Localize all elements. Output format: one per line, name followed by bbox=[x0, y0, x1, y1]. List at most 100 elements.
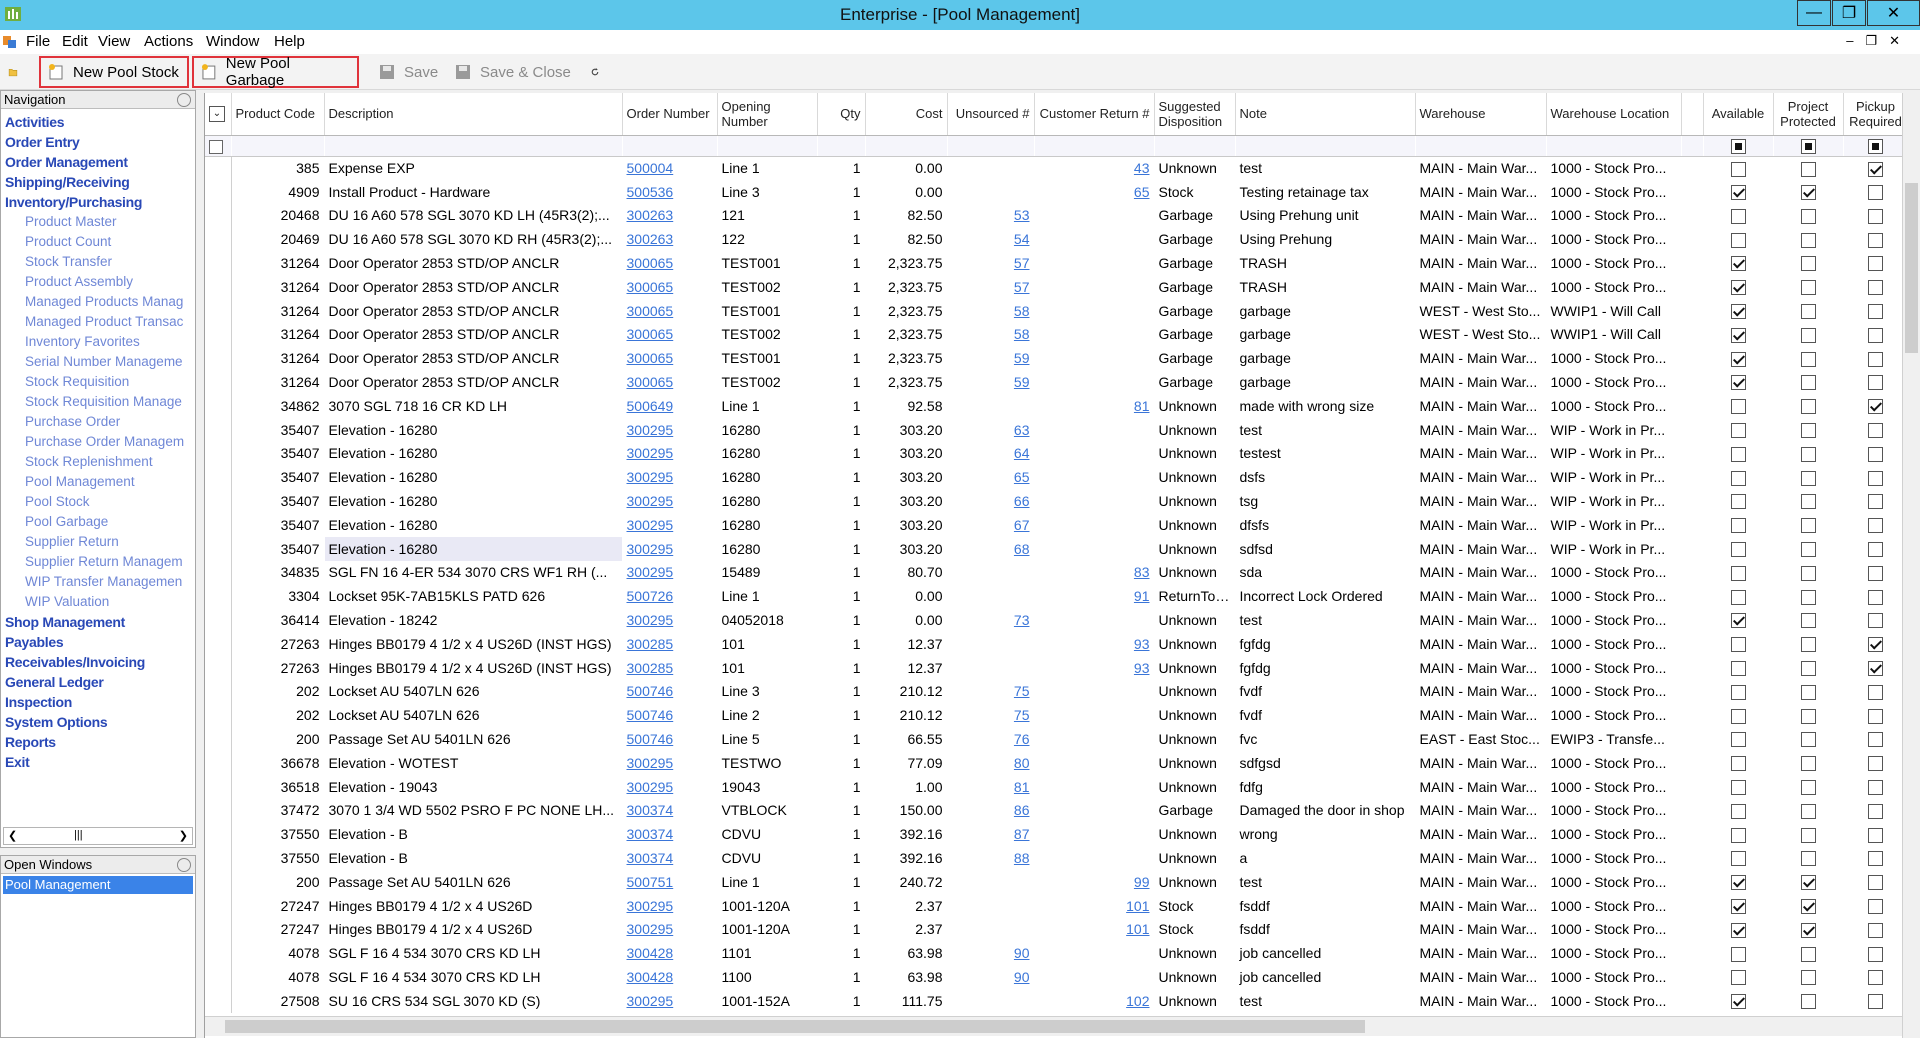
cell-suggested-disposition[interactable]: Garbage bbox=[1154, 299, 1235, 323]
cell-unsourced[interactable] bbox=[947, 156, 1034, 180]
pickup-required-checkbox[interactable] bbox=[1868, 423, 1883, 439]
cell-opening-number[interactable]: CDVU bbox=[717, 846, 817, 870]
order-number-link[interactable]: 300263 bbox=[627, 207, 674, 223]
nav-item-inspection[interactable]: Inspection bbox=[1, 692, 195, 712]
order-number-link[interactable]: 300065 bbox=[627, 255, 674, 271]
nav-item-shipping-receiving[interactable]: Shipping/Receiving bbox=[1, 172, 195, 192]
cell-warehouse-location[interactable]: WIP - Work in Pr... bbox=[1546, 513, 1681, 537]
cell-opening-number[interactable]: 04052018 bbox=[717, 608, 817, 632]
table-row[interactable]: 31264 Door Operator 2853 STD/OP ANCLR 3000… bbox=[205, 370, 1920, 394]
nav-item-pool-management[interactable]: Pool Management bbox=[1, 472, 195, 492]
cell-unsourced[interactable]: 76 bbox=[947, 727, 1034, 751]
cell-qty[interactable]: 1 bbox=[817, 465, 865, 489]
cell-qty[interactable]: 1 bbox=[817, 632, 865, 656]
cell-cost[interactable]: 0.00 bbox=[865, 180, 947, 204]
cell-description[interactable]: Elevation - 18242 bbox=[324, 608, 622, 632]
unsourced-link[interactable]: 80 bbox=[1014, 755, 1030, 771]
nav-item-managed-product-transac[interactable]: Managed Product Transac bbox=[1, 312, 195, 332]
cell-warehouse-location[interactable]: 1000 - Stock Pro... bbox=[1546, 394, 1681, 418]
cell-unsourced[interactable] bbox=[947, 918, 1034, 942]
cell-qty[interactable]: 1 bbox=[817, 204, 865, 228]
cell-opening-number[interactable]: TEST002 bbox=[717, 323, 817, 347]
cell-cost[interactable]: 1.00 bbox=[865, 775, 947, 799]
cell-opening-number[interactable]: 16280 bbox=[717, 465, 817, 489]
cell-qty[interactable]: 1 bbox=[817, 680, 865, 704]
available-checkbox[interactable] bbox=[1730, 232, 1746, 248]
cell-product-code[interactable]: 27508 bbox=[231, 989, 324, 1013]
cell-order-number[interactable]: 300374 bbox=[622, 846, 717, 870]
cell-suggested-disposition[interactable]: Stock bbox=[1154, 918, 1235, 942]
project-protected-checkbox[interactable] bbox=[1800, 637, 1816, 653]
cell-order-number[interactable]: 300374 bbox=[622, 822, 717, 846]
navigation-scrollbar[interactable]: ❮ ||| ❯ bbox=[3, 827, 193, 845]
customer-return-link[interactable]: 93 bbox=[1134, 636, 1150, 652]
cell-qty[interactable]: 1 bbox=[817, 394, 865, 418]
cell-note[interactable]: test bbox=[1235, 989, 1415, 1013]
customer-return-link[interactable]: 43 bbox=[1134, 160, 1150, 176]
pickup-required-checkbox[interactable] bbox=[1868, 399, 1883, 415]
cell-opening-number[interactable]: Line 1 bbox=[717, 156, 817, 180]
cell-project-protected[interactable] bbox=[1773, 775, 1843, 799]
cell-note[interactable]: wrong bbox=[1235, 822, 1415, 846]
table-row[interactable]: 31264 Door Operator 2853 STD/OP ANCLR 3000… bbox=[205, 251, 1920, 275]
order-number-link[interactable]: 300374 bbox=[627, 826, 674, 842]
table-row[interactable]: 35407 Elevation - 16280 300295 16280 1 303.20… bbox=[205, 417, 1920, 442]
cell-warehouse[interactable]: WEST - West Sto... bbox=[1415, 323, 1546, 347]
cell-warehouse[interactable]: MAIN - Main War... bbox=[1415, 275, 1546, 299]
order-number-link[interactable]: 500726 bbox=[627, 588, 674, 604]
column-header-suggested-disposition[interactable]: Suggested Disposition bbox=[1154, 93, 1236, 136]
row-selector[interactable] bbox=[205, 869, 232, 894]
cell-description[interactable]: 3070 1 3/4 WD 5502 PSRO F PC NONE LH... bbox=[324, 799, 622, 823]
cell-warehouse-location[interactable]: 1000 - Stock Pro... bbox=[1546, 799, 1681, 823]
cell-note[interactable]: test bbox=[1235, 608, 1415, 632]
project-protected-checkbox[interactable] bbox=[1800, 875, 1816, 891]
cell-product-code[interactable]: 27263 bbox=[231, 656, 324, 680]
nav-item-stock-transfer[interactable]: Stock Transfer bbox=[1, 252, 195, 272]
nav-item-product-assembly[interactable]: Product Assembly bbox=[1, 272, 195, 292]
restore-button[interactable]: ❐ bbox=[1832, 0, 1866, 26]
cell-product-code[interactable]: 35407 bbox=[231, 465, 324, 489]
cell-qty[interactable]: 1 bbox=[817, 584, 865, 608]
cell-qty[interactable]: 1 bbox=[817, 251, 865, 275]
column-header-customer-return[interactable]: Customer Return # bbox=[1034, 93, 1155, 136]
cell-note[interactable]: test bbox=[1235, 418, 1415, 442]
cell-qty[interactable]: 1 bbox=[817, 608, 865, 632]
cell-cost[interactable]: 92.58 bbox=[865, 394, 947, 418]
cell-product-code[interactable]: 31264 bbox=[231, 346, 324, 370]
cell-opening-number[interactable]: Line 5 bbox=[717, 727, 817, 751]
pickup-required-checkbox[interactable] bbox=[1868, 327, 1883, 343]
cell-project-protected[interactable] bbox=[1773, 822, 1843, 846]
cell-project-protected[interactable] bbox=[1773, 727, 1843, 751]
cell-pickup-required[interactable] bbox=[1843, 632, 1908, 656]
project-protected-checkbox[interactable] bbox=[1800, 470, 1816, 486]
cell-warehouse[interactable]: EAST - East Stoc... bbox=[1415, 727, 1546, 751]
project-protected-checkbox[interactable] bbox=[1800, 423, 1816, 439]
cell-available[interactable] bbox=[1703, 227, 1773, 251]
cell-available[interactable] bbox=[1703, 632, 1773, 656]
cell-qty[interactable]: 1 bbox=[817, 489, 865, 513]
cell-note[interactable]: sda bbox=[1235, 561, 1415, 585]
order-number-link[interactable]: 300295 bbox=[627, 755, 674, 771]
cell-unsourced[interactable]: 73 bbox=[947, 608, 1034, 632]
available-checkbox[interactable] bbox=[1730, 518, 1746, 534]
nav-item-payables[interactable]: Payables bbox=[1, 632, 195, 652]
cell-cost[interactable]: 82.50 bbox=[865, 204, 947, 228]
cell-note[interactable]: fsddf bbox=[1235, 894, 1415, 918]
available-checkbox[interactable] bbox=[1730, 161, 1746, 177]
row-selector[interactable] bbox=[205, 346, 232, 371]
cell-description[interactable]: Expense EXP bbox=[324, 156, 622, 180]
filter-cell[interactable] bbox=[622, 135, 717, 157]
cell-order-number[interactable]: 300374 bbox=[622, 799, 717, 823]
cell-suggested-disposition[interactable]: Stock bbox=[1154, 894, 1235, 918]
order-number-link[interactable]: 500536 bbox=[627, 184, 674, 200]
cell-order-number[interactable]: 500726 bbox=[622, 584, 717, 608]
unsourced-link[interactable]: 65 bbox=[1014, 469, 1030, 485]
cell-available[interactable] bbox=[1703, 799, 1773, 823]
cell-warehouse-location[interactable]: WWIP1 - Will Call bbox=[1546, 299, 1681, 323]
available-checkbox[interactable] bbox=[1730, 256, 1746, 272]
cell-unsourced[interactable]: 66 bbox=[947, 489, 1034, 513]
cell-order-number[interactable]: 500004 bbox=[622, 156, 717, 180]
cell-suggested-disposition[interactable]: Garbage bbox=[1154, 275, 1235, 299]
cell-opening-number[interactable]: TEST001 bbox=[717, 251, 817, 275]
cell-opening-number[interactable]: 16280 bbox=[717, 537, 817, 561]
